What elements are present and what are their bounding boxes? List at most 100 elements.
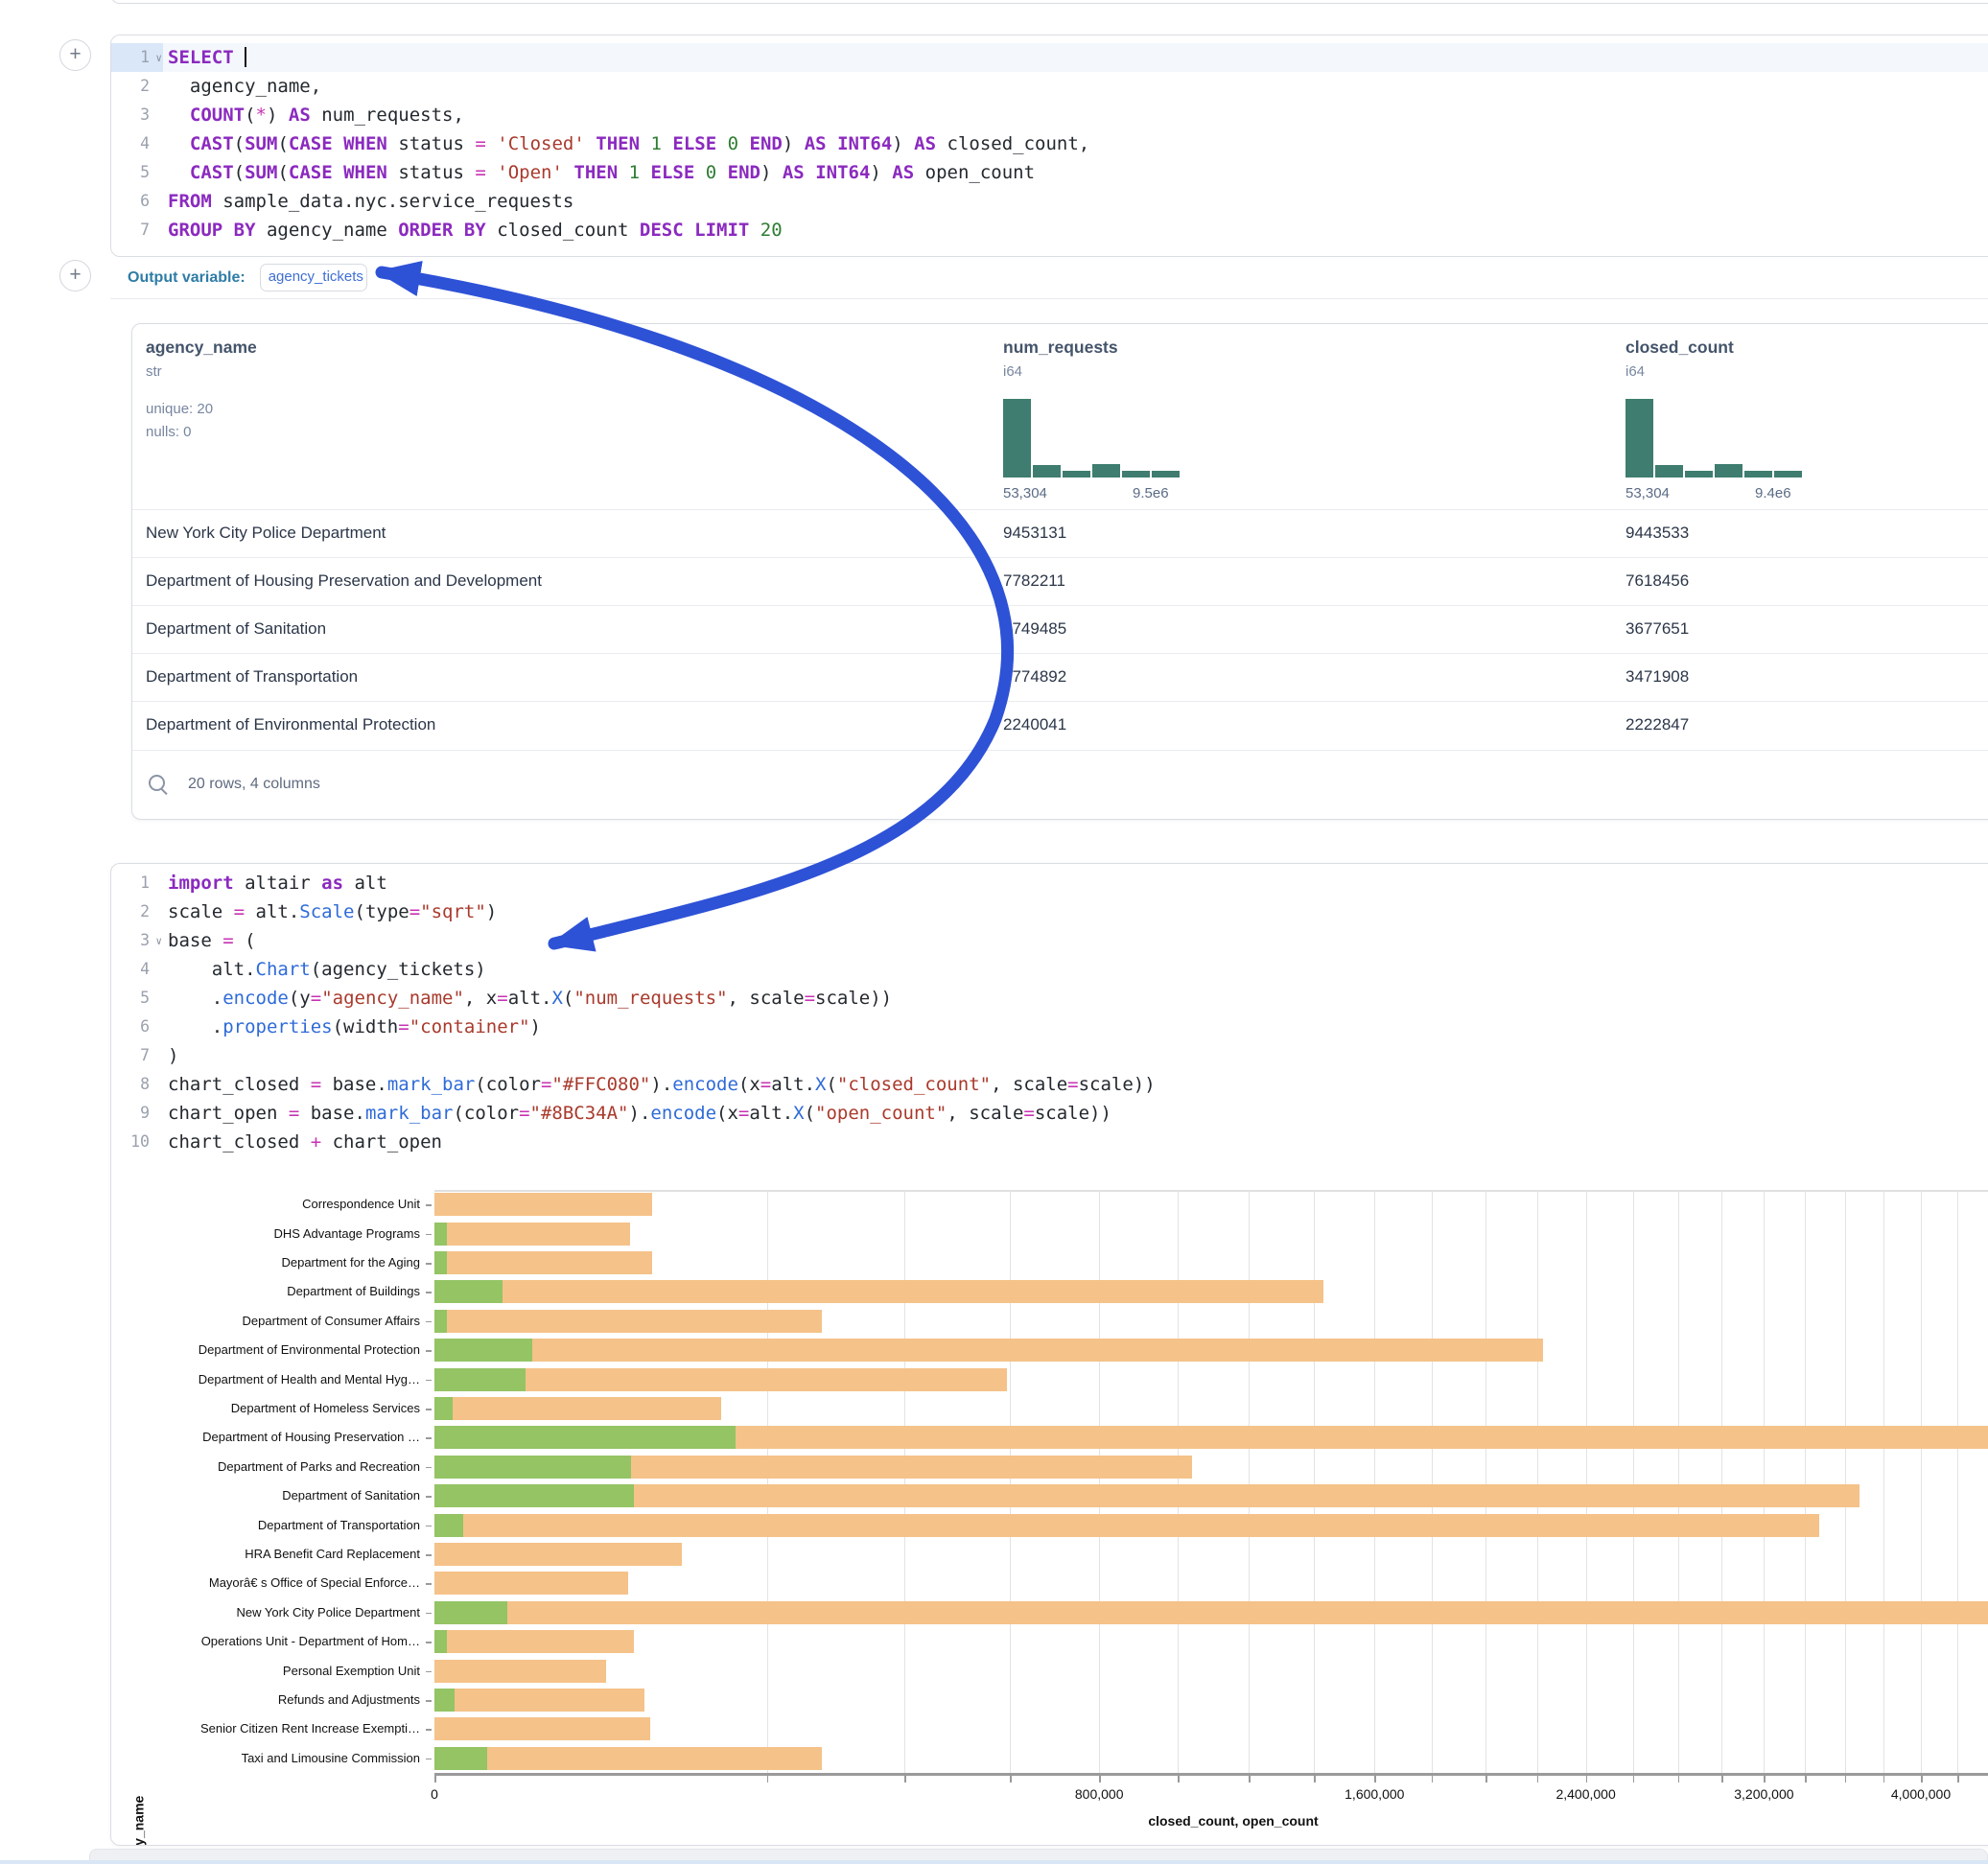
bar-open-count[interactable] xyxy=(434,1426,736,1449)
bar-closed-count[interactable] xyxy=(434,1310,822,1333)
bar-open-count[interactable] xyxy=(434,1630,447,1653)
table-row[interactable]: Department of Sanitation37494853677651 xyxy=(132,605,1988,654)
bar-closed-count[interactable] xyxy=(434,1543,682,1566)
code-text: FROM sample_data.nyc.service_requests xyxy=(163,187,573,216)
histogram-min-label: 53,304 xyxy=(1625,485,1670,501)
bar-closed-count[interactable] xyxy=(434,1717,650,1740)
bar-open-count[interactable] xyxy=(434,1280,503,1303)
column-type: i64 xyxy=(1625,363,1734,380)
x-axis-tick xyxy=(1537,1776,1539,1782)
table-row-count: 20 rows, 4 columns xyxy=(188,776,320,793)
output-variable-label: Output variable: xyxy=(128,269,246,287)
table-cell: Department of Housing Preservation and D… xyxy=(146,571,542,591)
y-axis-label: Department of Sanitation xyxy=(118,1488,420,1503)
y-axis-label: Department of Transportation xyxy=(118,1518,420,1532)
y-axis-label: Department of Buildings xyxy=(118,1284,420,1298)
python-code-editor[interactable]: 1import altair as alt2scale = alt.Scale(… xyxy=(111,864,1988,1156)
bar-open-count[interactable] xyxy=(434,1689,455,1712)
table-row[interactable]: Department of Transportation377489234719… xyxy=(132,653,1988,702)
result-table[interactable]: agency_namestrunique: 20nulls: 0num_requ… xyxy=(131,323,1988,820)
y-axis-tick xyxy=(426,1526,432,1527)
x-axis-tick xyxy=(1883,1776,1885,1782)
bar-closed-count[interactable] xyxy=(434,1193,652,1216)
code-line[interactable]: 6FROM sample_data.nyc.service_requests xyxy=(111,187,1988,216)
y-axis-tick xyxy=(426,1350,432,1352)
bar-open-count[interactable] xyxy=(434,1747,487,1770)
add-cell-button-output[interactable]: + xyxy=(59,260,91,291)
column-header-closed_count[interactable]: closed_counti64 xyxy=(1625,338,1734,380)
column-header-num_requests[interactable]: num_requestsi64 xyxy=(1003,338,1118,380)
add-cell-button-top[interactable]: + xyxy=(59,39,91,71)
code-line[interactable]: 2 agency_name, xyxy=(111,72,1988,101)
x-axis-tick xyxy=(1805,1776,1807,1782)
code-line[interactable]: 1∨SELECT xyxy=(111,43,1988,72)
code-line[interactable]: 5 CAST(SUM(CASE WHEN status = 'Open' THE… xyxy=(111,158,1988,187)
x-axis-tick xyxy=(1485,1776,1487,1782)
bar-closed-count[interactable] xyxy=(434,1397,721,1420)
bar-closed-count[interactable] xyxy=(434,1747,822,1770)
code-line[interactable]: 7) xyxy=(111,1041,1988,1070)
y-axis-tick xyxy=(426,1671,432,1673)
table-row[interactable]: Department of Environmental Protection22… xyxy=(132,701,1988,750)
search-icon[interactable] xyxy=(148,774,169,795)
bar-closed-count[interactable] xyxy=(434,1660,606,1683)
table-row[interactable]: New York City Police Department945313194… xyxy=(132,509,1988,558)
code-line[interactable]: 1import altair as alt xyxy=(111,869,1988,897)
line-number: 7 xyxy=(111,1041,163,1070)
output-variable-pill[interactable]: agency_tickets xyxy=(260,264,367,291)
bar-closed-count[interactable] xyxy=(434,1339,1543,1362)
column-stat: nulls: 0 xyxy=(146,424,192,440)
bar-open-count[interactable] xyxy=(434,1514,463,1537)
code-line[interactable]: 4 alt.Chart(agency_tickets) xyxy=(111,955,1988,984)
bar-open-count[interactable] xyxy=(434,1601,507,1624)
line-number: 7 xyxy=(111,216,163,245)
bar-open-count[interactable] xyxy=(434,1223,447,1246)
table-row[interactable]: Department of Housing Preservation and D… xyxy=(132,557,1988,606)
code-line[interactable]: 10chart_closed + chart_open xyxy=(111,1128,1988,1156)
y-axis-label: Department of Housing Preservation … xyxy=(118,1430,420,1444)
code-line[interactable]: 5 .encode(y="agency_name", x=alt.X("num_… xyxy=(111,984,1988,1013)
bar-open-count[interactable] xyxy=(434,1339,532,1362)
bar-closed-count[interactable] xyxy=(434,1280,1323,1303)
x-axis-tick-label: 1,600,000 xyxy=(1345,1786,1404,1802)
bar-closed-count[interactable] xyxy=(434,1689,644,1712)
code-line[interactable]: 3 COUNT(*) AS num_requests, xyxy=(111,101,1988,129)
python-cell[interactable]: 1import altair as alt2scale = alt.Scale(… xyxy=(110,863,1988,1846)
sql-cell[interactable]: 1∨SELECT 2 agency_name,3 COUNT(*) AS num… xyxy=(110,35,1988,257)
gridline xyxy=(1883,1190,1884,1773)
histogram-bar xyxy=(1685,471,1713,478)
output-variable-row: Output variable: agency_tickets xyxy=(110,257,1988,299)
bar-closed-count[interactable] xyxy=(434,1601,1988,1624)
code-line[interactable]: 6 .properties(width="container") xyxy=(111,1013,1988,1041)
code-line[interactable]: 3∨base = ( xyxy=(111,926,1988,955)
bar-closed-count[interactable] xyxy=(434,1572,628,1595)
table-cell: 2240041 xyxy=(1003,715,1066,734)
bar-open-count[interactable] xyxy=(434,1310,447,1333)
code-line[interactable]: 2scale = alt.Scale(type="sqrt") xyxy=(111,897,1988,926)
bottom-accent-strip xyxy=(0,1860,1988,1864)
histogram-bar xyxy=(1003,399,1031,478)
bar-closed-count[interactable] xyxy=(434,1223,630,1246)
bar-open-count[interactable] xyxy=(434,1484,634,1507)
table-cell: 3749485 xyxy=(1003,619,1066,639)
sql-code-editor[interactable]: 1∨SELECT 2 agency_name,3 COUNT(*) AS num… xyxy=(111,35,1988,245)
code-line[interactable]: 4 CAST(SUM(CASE WHEN status = 'Closed' T… xyxy=(111,129,1988,158)
bar-closed-count[interactable] xyxy=(434,1484,1859,1507)
bar-closed-count[interactable] xyxy=(434,1251,652,1274)
bar-closed-count[interactable] xyxy=(434,1514,1819,1537)
fold-chevron-icon[interactable]: ∨ xyxy=(155,44,162,73)
column-header-agency_name[interactable]: agency_namestr xyxy=(146,338,257,380)
code-text: chart_closed + chart_open xyxy=(163,1128,442,1156)
fold-chevron-icon[interactable]: ∨ xyxy=(155,927,162,956)
code-line[interactable]: 9chart_open = base.mark_bar(color="#8BC3… xyxy=(111,1099,1988,1128)
code-line[interactable]: 7GROUP BY agency_name ORDER BY closed_co… xyxy=(111,216,1988,245)
bar-open-count[interactable] xyxy=(434,1368,526,1391)
bar-open-count[interactable] xyxy=(434,1456,631,1479)
bar-closed-count[interactable] xyxy=(434,1630,634,1653)
y-axis-label: Refunds and Adjustments xyxy=(118,1692,420,1707)
bar-open-count[interactable] xyxy=(434,1397,453,1420)
x-axis-tick xyxy=(1921,1776,1923,1782)
bar-open-count[interactable] xyxy=(434,1251,447,1274)
code-line[interactable]: 8chart_closed = base.mark_bar(color="#FF… xyxy=(111,1070,1988,1099)
gridline xyxy=(1845,1190,1846,1773)
